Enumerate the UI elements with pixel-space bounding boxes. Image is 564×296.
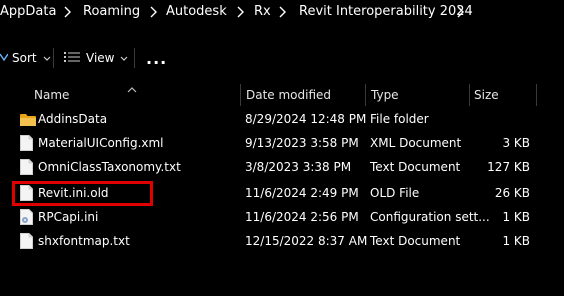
chevron-right-icon[interactable] [62, 5, 72, 19]
file-size: 1 KB [502, 210, 530, 224]
file-type: Text Document [370, 234, 461, 248]
file-name: RPCapi.ini [38, 210, 99, 224]
chevron-down-icon [120, 51, 128, 65]
breadcrumb-item-appdata[interactable]: AppData [0, 4, 56, 19]
chevron-right-icon[interactable] [148, 5, 158, 19]
highlight-annotation [12, 181, 153, 206]
toolbar-divider [53, 48, 54, 68]
command-bar: Sort View ... [0, 44, 564, 72]
file-date: 12/15/2022 8:37 AM [245, 234, 368, 248]
file-date: 11/6/2024 2:49 PM [245, 186, 359, 200]
column-resize-handle[interactable] [469, 84, 470, 106]
sort-button[interactable]: Sort [0, 44, 51, 72]
file-size: 3 KB [502, 136, 530, 150]
breadcrumb-item-roaming[interactable]: Roaming [83, 4, 140, 19]
sort-icon [0, 50, 9, 67]
file-name: OmniClassTaxonomy.txt [38, 160, 181, 174]
chevron-down-icon [43, 51, 51, 65]
folder-icon [20, 111, 36, 128]
column-resize-handle[interactable] [240, 84, 241, 106]
breadcrumb-item-rx[interactable]: Rx [254, 4, 271, 19]
file-settings-icon [20, 209, 34, 226]
file-date: 8/29/2024 12:48 PM [245, 112, 367, 126]
view-button[interactable]: View [64, 44, 128, 72]
file-icon [20, 159, 34, 176]
column-header-date[interactable]: Date modified [246, 88, 331, 102]
file-row-addinsdata[interactable]: AddinsData 8/29/2024 12:48 PM File folde… [0, 108, 564, 132]
file-size: 26 KB [494, 186, 530, 200]
file-type: File folder [370, 112, 429, 126]
file-type: OLD File [370, 186, 420, 200]
file-date: 11/6/2024 2:56 PM [245, 210, 359, 224]
file-type: XML Document [370, 136, 462, 150]
sort-label: Sort [12, 51, 37, 65]
more-options-icon: ... [146, 48, 168, 68]
file-type: Text Document [370, 160, 461, 174]
file-date: 3/8/2023 3:38 PM [245, 160, 352, 174]
sort-ascending-icon [127, 82, 137, 96]
file-row-omniclasstaxonomy[interactable]: OmniClassTaxonomy.txt 3/8/2023 3:38 PM T… [0, 156, 564, 180]
file-row-shxfontmap[interactable]: shxfontmap.txt 12/15/2022 8:37 AM Text D… [0, 230, 564, 254]
breadcrumb-item-current[interactable]: Revit Interoperability 2024 [299, 4, 473, 19]
file-name: AddinsData [38, 112, 108, 126]
more-options-button[interactable]: ... [146, 44, 167, 72]
column-resize-handle[interactable] [365, 84, 366, 106]
file-row-materialuiconfig[interactable]: MaterialUIConfig.xml 9/13/2023 3:58 PM X… [0, 132, 564, 156]
file-date: 9/13/2023 3:58 PM [245, 136, 359, 150]
view-icon [64, 51, 80, 66]
file-icon [20, 233, 34, 250]
column-header-type[interactable]: Type [371, 88, 399, 102]
chevron-right-icon[interactable] [455, 5, 465, 19]
column-resize-handle[interactable] [536, 84, 537, 106]
toolbar-divider [134, 48, 135, 68]
breadcrumb-item-autodesk[interactable]: Autodesk [166, 4, 227, 19]
view-label: View [86, 51, 115, 65]
column-header-size[interactable]: Size [474, 88, 499, 102]
file-type: Configuration sett... [370, 210, 490, 224]
column-header-name[interactable]: Name [34, 88, 69, 102]
chevron-right-icon[interactable] [277, 5, 287, 19]
chevron-right-icon[interactable] [235, 5, 245, 19]
file-name: shxfontmap.txt [38, 234, 130, 248]
column-header-row: Name Date modified Type Size [0, 84, 564, 106]
file-size: 127 KB [487, 160, 530, 174]
file-size: 1 KB [502, 234, 530, 248]
file-name: MaterialUIConfig.xml [38, 136, 164, 150]
file-icon [20, 135, 34, 152]
file-row-rpcapi[interactable]: RPCapi.ini 11/6/2024 2:56 PM Configurati… [0, 206, 564, 230]
breadcrumb: AppData Roaming Autodesk Rx Revit Intero… [0, 0, 564, 28]
